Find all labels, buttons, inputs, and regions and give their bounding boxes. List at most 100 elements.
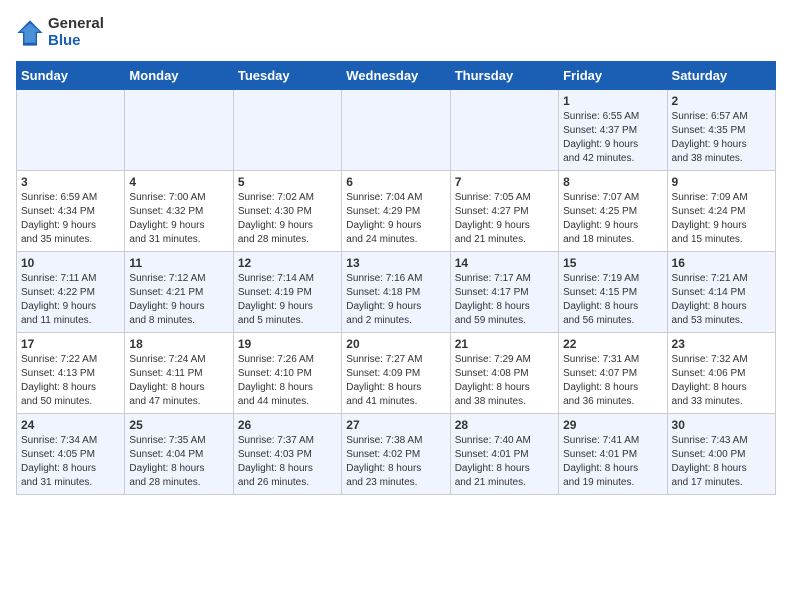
day-number: 7 xyxy=(455,175,554,189)
day-info: Sunrise: 7:11 AM Sunset: 4:22 PM Dayligh… xyxy=(21,272,120,328)
calendar-cell: 4 Sunrise: 7:00 AM Sunset: 4:32 PM Daylig… xyxy=(125,171,233,252)
calendar-cell: 19 Sunrise: 7:26 AM Sunset: 4:10 PM Dayli… xyxy=(233,333,341,414)
calendar-cell: 20 Sunrise: 7:27 AM Sunset: 4:09 PM Dayli… xyxy=(342,333,450,414)
day-info: Sunrise: 7:14 AM Sunset: 4:19 PM Dayligh… xyxy=(238,272,337,328)
day-number: 22 xyxy=(563,337,662,351)
day-info: Sunrise: 7:16 AM Sunset: 4:18 PM Dayligh… xyxy=(346,272,445,328)
calendar-cell: 23 Sunrise: 7:32 AM Sunset: 4:06 PM Dayli… xyxy=(667,333,775,414)
day-number: 11 xyxy=(129,256,228,270)
calendar-cell xyxy=(450,90,558,171)
day-info: Sunrise: 7:21 AM Sunset: 4:14 PM Dayligh… xyxy=(672,272,771,328)
calendar-cell: 13 Sunrise: 7:16 AM Sunset: 4:18 PM Dayli… xyxy=(342,252,450,333)
day-number: 25 xyxy=(129,418,228,432)
calendar-cell xyxy=(17,90,125,171)
calendar-cell: 3 Sunrise: 6:59 AM Sunset: 4:34 PM Daylig… xyxy=(17,171,125,252)
calendar-cell: 17 Sunrise: 7:22 AM Sunset: 4:13 PM Dayli… xyxy=(17,333,125,414)
calendar-cell xyxy=(233,90,341,171)
logo: General Blue xyxy=(16,16,104,49)
calendar-cell xyxy=(125,90,233,171)
day-info: Sunrise: 7:40 AM Sunset: 4:01 PM Dayligh… xyxy=(455,434,554,490)
day-info: Sunrise: 7:31 AM Sunset: 4:07 PM Dayligh… xyxy=(563,353,662,409)
col-header-sunday: Sunday xyxy=(17,62,125,90)
day-number: 9 xyxy=(672,175,771,189)
day-number: 27 xyxy=(346,418,445,432)
day-number: 14 xyxy=(455,256,554,270)
calendar-cell: 29Sunrise: 7:41 AM Sunset: 4:01 PM Dayli… xyxy=(559,414,667,495)
day-info: Sunrise: 7:05 AM Sunset: 4:27 PM Dayligh… xyxy=(455,191,554,247)
calendar-cell: 30 Sunrise: 7:43 AM Sunset: 4:00 PM Dayli… xyxy=(667,414,775,495)
header-row: SundayMondayTuesdayWednesdayThursdayFrid… xyxy=(17,62,776,90)
day-number: 23 xyxy=(672,337,771,351)
calendar-cell: 2 Sunrise: 6:57 AM Sunset: 4:35 PM Daylig… xyxy=(667,90,775,171)
calendar-table: SundayMondayTuesdayWednesdayThursdayFrid… xyxy=(16,61,776,495)
day-number: 15 xyxy=(563,256,662,270)
calendar-cell: 7 Sunrise: 7:05 AM Sunset: 4:27 PM Daylig… xyxy=(450,171,558,252)
day-info: Sunrise: 7:09 AM Sunset: 4:24 PM Dayligh… xyxy=(672,191,771,247)
day-info: Sunrise: 7:29 AM Sunset: 4:08 PM Dayligh… xyxy=(455,353,554,409)
day-number: 2 xyxy=(672,94,771,108)
logo-general: General xyxy=(48,16,104,33)
day-number: 19 xyxy=(238,337,337,351)
calendar-cell: 5 Sunrise: 7:02 AM Sunset: 4:30 PM Daylig… xyxy=(233,171,341,252)
logo-blue: Blue xyxy=(48,33,104,50)
day-number: 10 xyxy=(21,256,120,270)
day-info: Sunrise: 6:59 AM Sunset: 4:34 PM Dayligh… xyxy=(21,191,120,247)
day-number: 1 xyxy=(563,94,662,108)
day-number: 3 xyxy=(21,175,120,189)
week-row-2: 3 Sunrise: 6:59 AM Sunset: 4:34 PM Daylig… xyxy=(17,171,776,252)
week-row-1: 1 Sunrise: 6:55 AM Sunset: 4:37 PM Daylig… xyxy=(17,90,776,171)
calendar-cell: 12Sunrise: 7:14 AM Sunset: 4:19 PM Dayli… xyxy=(233,252,341,333)
day-info: Sunrise: 6:57 AM Sunset: 4:35 PM Dayligh… xyxy=(672,110,771,166)
col-header-saturday: Saturday xyxy=(667,62,775,90)
day-number: 17 xyxy=(21,337,120,351)
day-number: 21 xyxy=(455,337,554,351)
day-info: Sunrise: 7:19 AM Sunset: 4:15 PM Dayligh… xyxy=(563,272,662,328)
day-info: Sunrise: 7:41 AM Sunset: 4:01 PM Dayligh… xyxy=(563,434,662,490)
day-number: 20 xyxy=(346,337,445,351)
day-number: 18 xyxy=(129,337,228,351)
calendar-cell: 11 Sunrise: 7:12 AM Sunset: 4:21 PM Dayli… xyxy=(125,252,233,333)
calendar-cell: 10 Sunrise: 7:11 AM Sunset: 4:22 PM Dayli… xyxy=(17,252,125,333)
day-number: 30 xyxy=(672,418,771,432)
calendar-cell: 15 Sunrise: 7:19 AM Sunset: 4:15 PM Dayli… xyxy=(559,252,667,333)
day-number: 13 xyxy=(346,256,445,270)
week-row-5: 24Sunrise: 7:34 AM Sunset: 4:05 PM Dayli… xyxy=(17,414,776,495)
calendar-cell: 26Sunrise: 7:37 AM Sunset: 4:03 PM Dayli… xyxy=(233,414,341,495)
calendar-cell: 18Sunrise: 7:24 AM Sunset: 4:11 PM Dayli… xyxy=(125,333,233,414)
day-info: Sunrise: 7:35 AM Sunset: 4:04 PM Dayligh… xyxy=(129,434,228,490)
day-info: Sunrise: 7:00 AM Sunset: 4:32 PM Dayligh… xyxy=(129,191,228,247)
calendar-cell: 8Sunrise: 7:07 AM Sunset: 4:25 PM Daylig… xyxy=(559,171,667,252)
calendar-cell: 1 Sunrise: 6:55 AM Sunset: 4:37 PM Daylig… xyxy=(559,90,667,171)
calendar-cell: 24Sunrise: 7:34 AM Sunset: 4:05 PM Dayli… xyxy=(17,414,125,495)
col-header-tuesday: Tuesday xyxy=(233,62,341,90)
calendar-cell xyxy=(342,90,450,171)
week-row-3: 10 Sunrise: 7:11 AM Sunset: 4:22 PM Dayli… xyxy=(17,252,776,333)
day-number: 16 xyxy=(672,256,771,270)
calendar-body: 1 Sunrise: 6:55 AM Sunset: 4:37 PM Daylig… xyxy=(17,90,776,495)
day-info: Sunrise: 7:02 AM Sunset: 4:30 PM Dayligh… xyxy=(238,191,337,247)
calendar-cell: 6Sunrise: 7:04 AM Sunset: 4:29 PM Daylig… xyxy=(342,171,450,252)
day-info: Sunrise: 7:43 AM Sunset: 4:00 PM Dayligh… xyxy=(672,434,771,490)
col-header-wednesday: Wednesday xyxy=(342,62,450,90)
day-info: Sunrise: 7:38 AM Sunset: 4:02 PM Dayligh… xyxy=(346,434,445,490)
day-number: 5 xyxy=(238,175,337,189)
day-info: Sunrise: 6:55 AM Sunset: 4:37 PM Dayligh… xyxy=(563,110,662,166)
col-header-thursday: Thursday xyxy=(450,62,558,90)
day-info: Sunrise: 7:12 AM Sunset: 4:21 PM Dayligh… xyxy=(129,272,228,328)
day-info: Sunrise: 7:32 AM Sunset: 4:06 PM Dayligh… xyxy=(672,353,771,409)
calendar-cell: 22 Sunrise: 7:31 AM Sunset: 4:07 PM Dayli… xyxy=(559,333,667,414)
day-info: Sunrise: 7:26 AM Sunset: 4:10 PM Dayligh… xyxy=(238,353,337,409)
day-number: 4 xyxy=(129,175,228,189)
logo-icon xyxy=(16,19,44,47)
day-info: Sunrise: 7:27 AM Sunset: 4:09 PM Dayligh… xyxy=(346,353,445,409)
calendar-cell: 14Sunrise: 7:17 AM Sunset: 4:17 PM Dayli… xyxy=(450,252,558,333)
week-row-4: 17 Sunrise: 7:22 AM Sunset: 4:13 PM Dayli… xyxy=(17,333,776,414)
col-header-monday: Monday xyxy=(125,62,233,90)
day-info: Sunrise: 7:37 AM Sunset: 4:03 PM Dayligh… xyxy=(238,434,337,490)
col-header-friday: Friday xyxy=(559,62,667,90)
calendar-cell: 16 Sunrise: 7:21 AM Sunset: 4:14 PM Dayli… xyxy=(667,252,775,333)
calendar-cell: 27 Sunrise: 7:38 AM Sunset: 4:02 PM Dayli… xyxy=(342,414,450,495)
day-number: 24 xyxy=(21,418,120,432)
day-info: Sunrise: 7:22 AM Sunset: 4:13 PM Dayligh… xyxy=(21,353,120,409)
day-number: 28 xyxy=(455,418,554,432)
